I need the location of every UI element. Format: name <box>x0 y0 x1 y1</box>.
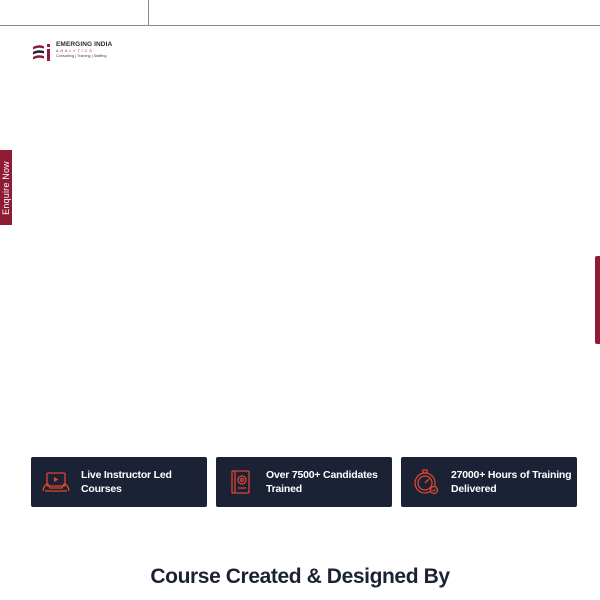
course-created-heading: Course Created & Designed By <box>150 565 450 588</box>
brand-tagline: Consulting | Training | Staffing <box>56 53 107 58</box>
feature-text: Over 7500+ Candidates Trained <box>266 469 378 495</box>
feature-card-training-hours: 27000+ Hours of Training Delivered <box>401 457 577 507</box>
top-bar-divider <box>148 0 149 26</box>
brand-sub: ANALYTICS <box>56 48 94 53</box>
brand-logo-icon <box>33 44 50 61</box>
enquire-now-tab[interactable]: Enquire Now <box>0 150 12 225</box>
feature-card-live-instructor: Live Instructor Led Courses <box>31 457 207 507</box>
instructor-screen-icon <box>42 472 70 492</box>
feature-text: 27000+ Hours of Training Delivered <box>451 469 572 495</box>
stopwatch-icon <box>414 469 439 495</box>
feature-card-candidates-trained: Over 7500+ Candidates Trained <box>216 457 392 507</box>
top-bar <box>0 0 600 26</box>
right-side-tab[interactable] <box>595 256 600 344</box>
brand-name: EMERGING INDIA <box>56 41 113 48</box>
certificate-book-icon <box>231 470 250 494</box>
enquire-now-label: Enquire Now <box>1 160 11 215</box>
brand-logo[interactable]: EMERGING INDIA ANALYTICS Consulting | Tr… <box>32 41 113 64</box>
feature-text: Live Instructor Led Courses <box>81 469 172 495</box>
